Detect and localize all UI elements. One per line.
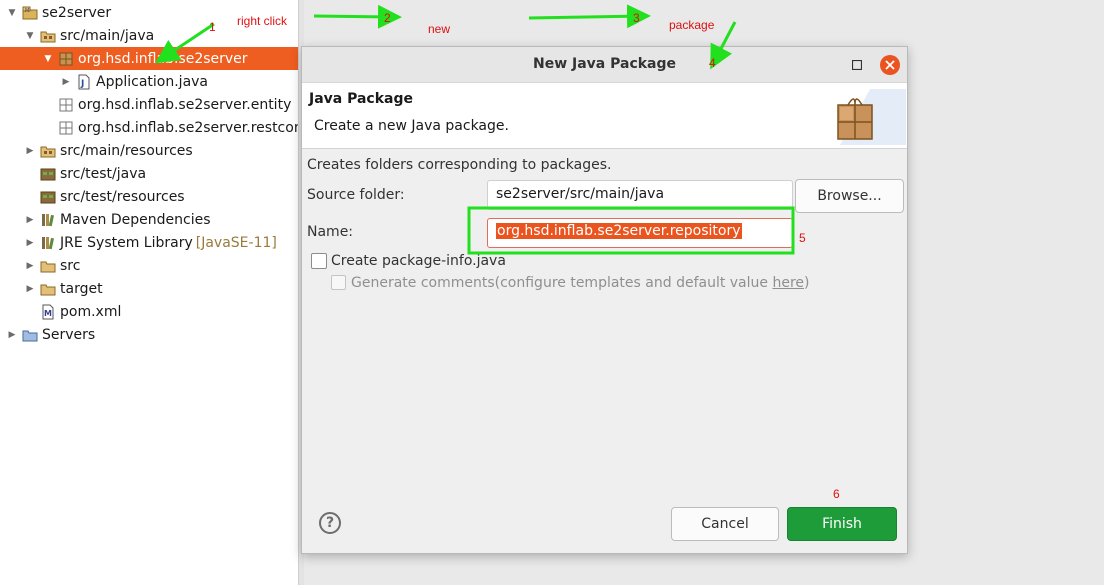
library-icon	[40, 235, 56, 251]
tree-item-servers[interactable]: ▶ Servers	[0, 323, 298, 346]
expand-arrow-icon[interactable]: ▶	[24, 214, 36, 226]
new-java-package-dialog: New Java Package Java Package Create a n…	[301, 46, 908, 554]
annotation-step-4: 4	[709, 56, 716, 70]
dialog-titlebar[interactable]: New Java Package	[302, 47, 907, 83]
tree-item-label: src/test/resources	[60, 188, 185, 205]
create-package-info-checkbox[interactable]	[311, 253, 327, 269]
tree-item-src-test-java[interactable]: src/test/java	[0, 162, 298, 185]
package-name-value: org.hsd.inflab.se2server.repository	[496, 223, 742, 239]
configure-templates-link[interactable]: here	[772, 275, 804, 291]
folder-icon	[22, 327, 38, 343]
expand-arrow-icon[interactable]: ▶	[24, 145, 36, 157]
tree-item-decoration: [JavaSE-11]	[195, 234, 277, 251]
package-icon	[58, 97, 74, 113]
annotation-step-3: 3	[633, 11, 640, 25]
java-file-icon: J	[76, 74, 92, 90]
info-text: Creates folders corresponding to package…	[307, 157, 612, 173]
finish-button[interactable]: Finish	[787, 507, 897, 541]
tree-item-src-main-resources[interactable]: ▶ src/main/resources	[0, 139, 298, 162]
annotation-step-1: 1	[209, 20, 216, 34]
maximize-icon	[852, 60, 862, 70]
tree-item-label: org.hsd.inflab.se2server.restcon	[78, 119, 298, 136]
cancel-button[interactable]: Cancel	[671, 507, 779, 541]
generate-comments-text: Generate comments(configure templates an…	[351, 275, 773, 291]
source-folder-icon	[40, 143, 56, 159]
expand-arrow-icon[interactable]: ▶	[6, 329, 18, 341]
name-label: Name:	[307, 224, 354, 240]
wizard-description: Create a new Java package.	[314, 118, 509, 134]
tree-item-label: pom.xml	[60, 303, 122, 320]
create-package-info-label[interactable]: Create package-info.java	[331, 253, 506, 269]
tree-item-label: org.hsd.inflab.se2server.entity	[78, 96, 292, 113]
source-folder-icon	[40, 189, 56, 205]
svg-text:M: M	[44, 309, 52, 318]
tree-item-maven-dependencies[interactable]: ▶ Maven Dependencies	[0, 208, 298, 231]
expand-arrow-icon[interactable]: ▶	[60, 76, 72, 88]
source-folder-icon	[40, 166, 56, 182]
close-button[interactable]	[880, 55, 900, 75]
annotation-step-2: 2	[384, 11, 391, 25]
tree-item-label: Maven Dependencies	[60, 211, 211, 228]
annotation-step-5: 5	[799, 231, 806, 245]
annotation-package: package	[669, 18, 715, 32]
annotation-step-6: 6	[833, 487, 840, 501]
tree-item-jre-system-library[interactable]: ▶ JRE System Library [JavaSE-11]	[0, 231, 298, 254]
package-name-field[interactable]: org.hsd.inflab.se2server.repository	[487, 218, 793, 248]
tree-item-label: se2server	[42, 4, 112, 21]
tree-item-src-test-resources[interactable]: src/test/resources	[0, 185, 298, 208]
tree-item-target[interactable]: ▶ target	[0, 277, 298, 300]
tree-item-src[interactable]: ▶ src	[0, 254, 298, 277]
package-icon	[58, 120, 74, 136]
expand-arrow-icon[interactable]: ▼	[42, 53, 54, 65]
tree-item-label: JRE System Library	[60, 234, 193, 251]
annotation-new: new	[428, 22, 451, 36]
generate-comments-label: Generate comments(configure templates an…	[351, 275, 810, 291]
maximize-button[interactable]	[850, 58, 864, 72]
tree-item-pom-xml[interactable]: M pom.xml	[0, 300, 298, 323]
generate-comments-suffix: )	[804, 275, 810, 291]
tree-item-label: src/main/resources	[60, 142, 193, 159]
tree-item-label: src/main/java	[60, 27, 155, 44]
folder-icon	[40, 281, 56, 297]
help-icon: ?	[325, 515, 335, 531]
expand-arrow-icon[interactable]: ▶	[24, 283, 36, 295]
folder-icon	[40, 258, 56, 274]
wizard-banner: Java Package Create a new Java package.	[302, 83, 907, 149]
dialog-title: New Java Package	[532, 56, 677, 72]
tree-item-package-restcontroller[interactable]: org.hsd.inflab.se2server.restcon	[0, 116, 298, 139]
tree-item-package-se2server[interactable]: ▼ org.hsd.inflab.se2server	[0, 47, 298, 70]
expand-arrow-icon[interactable]: ▶	[24, 260, 36, 272]
tree-item-label: src	[60, 257, 81, 274]
expand-arrow-icon[interactable]: ▼	[24, 30, 36, 42]
tree-item-label: src/test/java	[60, 165, 147, 182]
package-icon	[58, 51, 74, 67]
annotation-right-click: right click	[237, 14, 288, 28]
wizard-title: Java Package	[309, 91, 414, 107]
library-icon	[40, 212, 56, 228]
source-folder-label: Source folder:	[307, 187, 405, 203]
close-icon	[885, 60, 895, 70]
source-folder-icon	[40, 28, 56, 44]
expand-arrow-icon[interactable]: ▼	[6, 7, 18, 19]
source-folder-field[interactable]: se2server/src/main/java	[487, 180, 793, 210]
tree-item-label: target	[60, 280, 103, 297]
tree-item-label: Application.java	[96, 73, 209, 90]
project-explorer: ▼ M se2server ▼ src/main/java ▼ org.hsd.…	[0, 0, 298, 585]
tree-item-application-java[interactable]: ▶ J Application.java	[0, 70, 298, 93]
maven-file-icon: M	[40, 304, 56, 320]
svg-text:M: M	[25, 8, 29, 14]
browse-button[interactable]: Browse...	[795, 179, 904, 213]
package-wizard-icon	[830, 89, 906, 145]
tree-item-label: Servers	[42, 326, 96, 343]
tree-item-label: org.hsd.inflab.se2server	[78, 50, 248, 67]
generate-comments-checkbox	[331, 275, 346, 290]
help-button[interactable]: ?	[319, 512, 341, 534]
tree-item-package-entity[interactable]: org.hsd.inflab.se2server.entity	[0, 93, 298, 116]
svg-text:J: J	[80, 79, 84, 89]
maven-project-icon: M	[22, 5, 38, 21]
expand-arrow-icon[interactable]: ▶	[24, 237, 36, 249]
